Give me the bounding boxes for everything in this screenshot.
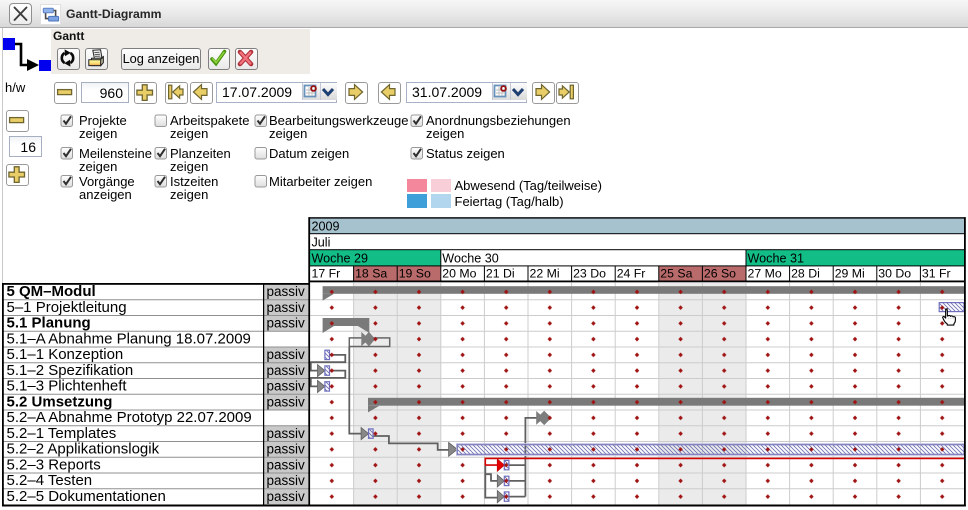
svg-text:19 So: 19 So bbox=[399, 267, 431, 281]
svg-text:passiv: passiv bbox=[267, 316, 306, 331]
svg-text:passiv: passiv bbox=[267, 284, 306, 299]
svg-text:31 Fr: 31 Fr bbox=[922, 267, 951, 281]
svg-text:24 Fr: 24 Fr bbox=[617, 267, 646, 281]
svg-text:5.1–1 Konzeption: 5.1–1 Konzeption bbox=[7, 346, 124, 363]
svg-text:5.2 Umsetzung: 5.2 Umsetzung bbox=[7, 393, 113, 410]
svg-text:passiv: passiv bbox=[267, 426, 306, 441]
svg-text:Woche 30: Woche 30 bbox=[442, 252, 498, 266]
svg-text:18 Sa: 18 Sa bbox=[355, 267, 387, 281]
svg-text:29 Mi: 29 Mi bbox=[835, 267, 865, 281]
svg-text:passiv: passiv bbox=[267, 489, 306, 504]
svg-text:passiv: passiv bbox=[267, 379, 306, 394]
svg-text:5.2–3 Reports: 5.2–3 Reports bbox=[7, 456, 101, 473]
svg-text:5–1 Projektleitung: 5–1 Projektleitung bbox=[7, 299, 127, 316]
svg-text:5 QM–Modul: 5 QM–Modul bbox=[7, 283, 96, 300]
svg-text:20 Mo: 20 Mo bbox=[442, 267, 476, 281]
svg-text:Woche 31: Woche 31 bbox=[748, 252, 804, 266]
svg-text:passiv: passiv bbox=[267, 300, 306, 315]
svg-text:Juli: Juli bbox=[312, 236, 331, 250]
svg-text:26 So: 26 So bbox=[704, 267, 736, 281]
svg-text:passiv: passiv bbox=[267, 442, 306, 457]
svg-text:30 Do: 30 Do bbox=[878, 267, 911, 281]
svg-text:23 Do: 23 Do bbox=[573, 267, 606, 281]
svg-text:25 Sa: 25 Sa bbox=[660, 267, 692, 281]
svg-text:Woche 29: Woche 29 bbox=[312, 252, 368, 266]
svg-text:28 Di: 28 Di bbox=[791, 267, 820, 281]
svg-text:5.1–A Abnahme Planung 18.07.20: 5.1–A Abnahme Planung 18.07.2009 bbox=[7, 330, 251, 347]
svg-text:21 Di: 21 Di bbox=[486, 267, 515, 281]
svg-text:5.1–2 Spezifikation: 5.1–2 Spezifikation bbox=[7, 362, 134, 379]
svg-text:passiv: passiv bbox=[267, 363, 306, 378]
svg-text:17 Fr: 17 Fr bbox=[312, 267, 341, 281]
svg-text:2009: 2009 bbox=[312, 220, 340, 234]
svg-text:passiv: passiv bbox=[267, 394, 306, 409]
svg-text:5.2–1 Templates: 5.2–1 Templates bbox=[7, 425, 117, 442]
svg-text:5.2–2 Applikationslogik: 5.2–2 Applikationslogik bbox=[7, 441, 160, 458]
svg-text:5.1 Planung: 5.1 Planung bbox=[7, 315, 91, 332]
svg-text:5.1–3 Plichtenheft: 5.1–3 Plichtenheft bbox=[7, 378, 128, 395]
svg-text:22 Mi: 22 Mi bbox=[530, 267, 560, 281]
svg-text:27 Mo: 27 Mo bbox=[748, 267, 782, 281]
svg-text:passiv: passiv bbox=[267, 473, 306, 488]
svg-text:5.2–4 Testen: 5.2–4 Testen bbox=[7, 472, 93, 489]
svg-text:passiv: passiv bbox=[267, 457, 306, 472]
svg-text:5.2–5 Dokumentationen: 5.2–5 Dokumentationen bbox=[7, 488, 166, 505]
svg-text:passiv: passiv bbox=[267, 347, 306, 362]
svg-text:5.2–A Abnahme Prototyp 22.07.2: 5.2–A Abnahme Prototyp 22.07.2009 bbox=[7, 409, 252, 426]
